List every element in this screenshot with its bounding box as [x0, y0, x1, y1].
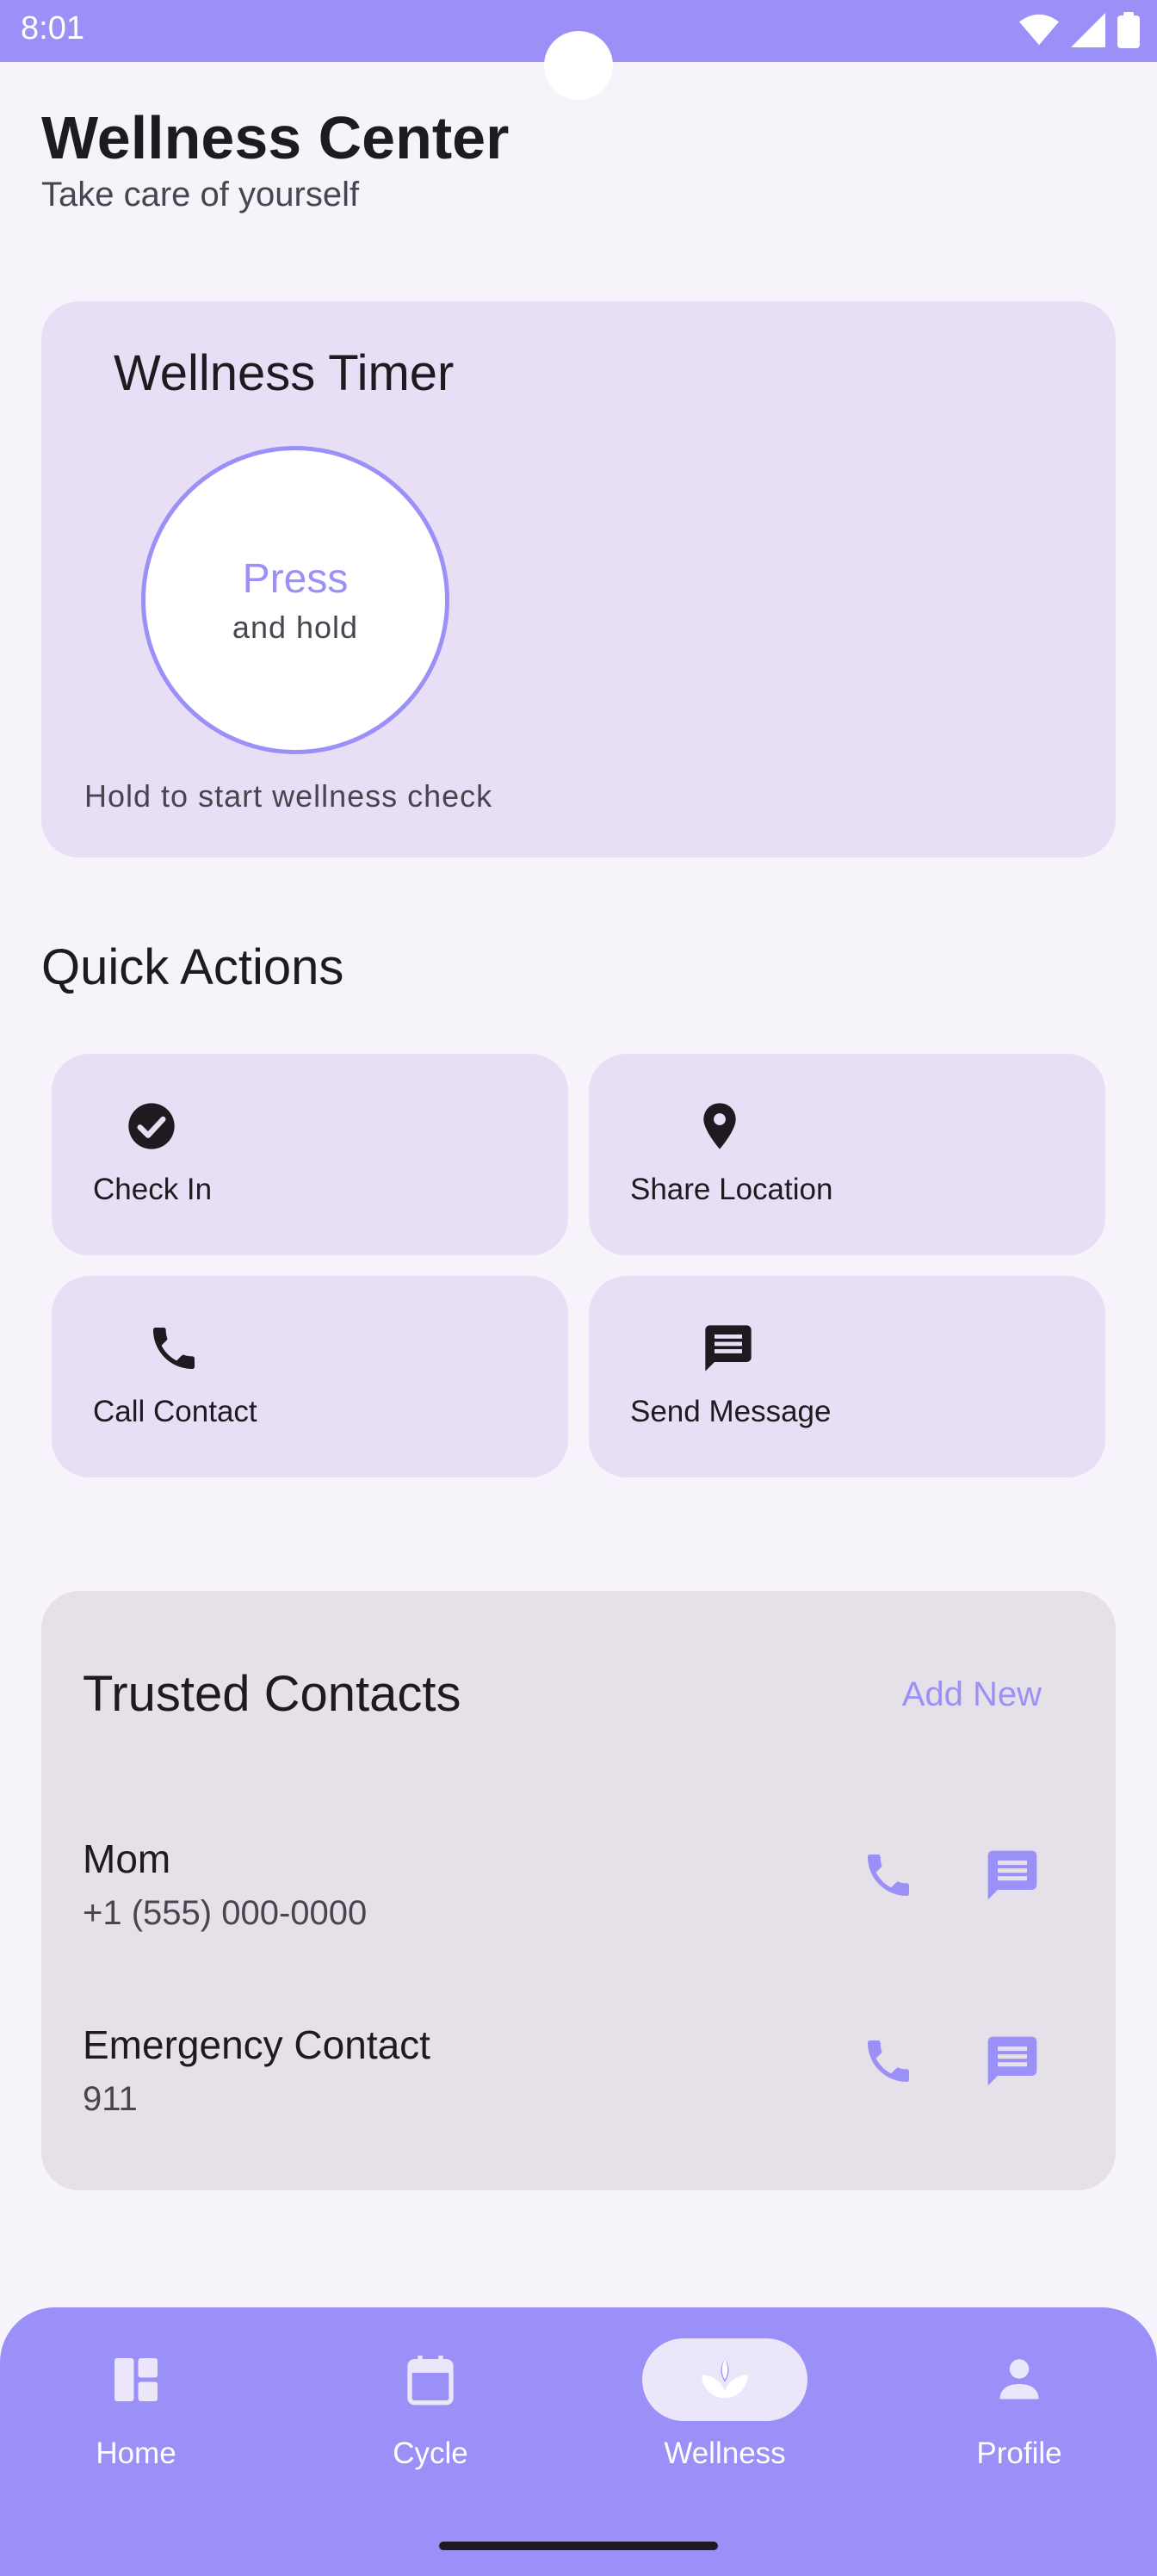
phone-icon: [153, 1328, 195, 1369]
contact-phone: 911: [83, 2080, 138, 2118]
message-icon: [705, 1325, 752, 1372]
status-icons: [1019, 12, 1140, 48]
check-in-button[interactable]: Check In: [52, 1054, 568, 1255]
location-pin-icon: [703, 1103, 736, 1149]
nav-home-label: Home: [96, 2437, 176, 2470]
person-icon: [999, 2359, 1039, 2400]
timer-hint: Hold to start wellness check: [84, 778, 493, 814]
wellness-screen: 8:01 Wellness Center Take care of yourse…: [0, 0, 1157, 2576]
check-circle-icon: [128, 1103, 175, 1149]
contacts-title: Trusted Contacts: [83, 1666, 461, 1722]
press-and-hold-button[interactable]: Press and hold: [141, 446, 449, 754]
add-new-contact-button[interactable]: Add New: [902, 1675, 1042, 1714]
call-mom-button[interactable]: [854, 1841, 923, 1910]
status-time: 8:01: [21, 10, 84, 46]
page-subtitle: Take care of yourself: [41, 176, 360, 214]
message-emergency-button[interactable]: [978, 2027, 1047, 2096]
share-location-button[interactable]: Share Location: [589, 1054, 1105, 1255]
nav-profile-pill: [937, 2338, 1102, 2421]
nav-wellness[interactable]: Wellness: [630, 2338, 820, 2511]
trusted-contacts-card: Trusted Contacts Add New Mom +1 (555) 00…: [41, 1591, 1116, 2190]
nav-wellness-label: Wellness: [664, 2437, 786, 2470]
timer-title: Wellness Timer: [114, 345, 455, 401]
dashboard-icon: [114, 2358, 158, 2401]
page-title: Wellness Center: [41, 104, 510, 171]
share-location-label: Share Location: [630, 1173, 833, 1206]
calendar-icon: [407, 2356, 454, 2406]
contact-name: Mom: [83, 1836, 171, 1881]
check-in-label: Check In: [93, 1173, 213, 1206]
lotus-icon: [702, 2359, 748, 2399]
message-icon: [987, 2036, 1037, 2086]
nav-home-pill: [53, 2338, 219, 2421]
message-icon: [987, 1850, 1037, 1900]
send-message-button[interactable]: Send Message: [589, 1276, 1105, 1477]
wifi-icon: [1019, 14, 1059, 46]
phone-icon: [868, 1855, 909, 1896]
signal-icon: [1071, 13, 1105, 47]
nav-wellness-pill: [642, 2338, 807, 2421]
contact-name: Emergency Contact: [83, 2022, 430, 2067]
send-message-label: Send Message: [630, 1395, 832, 1428]
camera-cutout: [544, 31, 613, 100]
battery-icon: [1117, 12, 1140, 48]
nav-profile-label: Profile: [976, 2437, 1062, 2470]
timer-button-secondary-label: and hold: [232, 609, 359, 645]
call-emergency-button[interactable]: [854, 2027, 923, 2096]
call-contact-button[interactable]: Call Contact: [52, 1276, 568, 1477]
message-mom-button[interactable]: [978, 1841, 1047, 1910]
contact-phone: +1 (555) 000-0000: [83, 1894, 368, 1932]
timer-button-primary-label: Press: [242, 555, 349, 602]
nav-profile[interactable]: Profile: [925, 2338, 1114, 2511]
bottom-nav: Home Cycle Wellness Profile: [0, 2307, 1157, 2576]
gesture-handle[interactable]: [439, 2542, 718, 2550]
nav-home[interactable]: Home: [41, 2338, 231, 2511]
wellness-timer-card: Wellness Timer Press and hold Hold to st…: [41, 301, 1116, 858]
phone-icon: [868, 2040, 909, 2082]
quick-actions-title: Quick Actions: [41, 939, 344, 995]
nav-cycle-pill: [348, 2338, 513, 2421]
nav-cycle-label: Cycle: [393, 2437, 468, 2470]
nav-cycle[interactable]: Cycle: [336, 2338, 525, 2511]
call-contact-label: Call Contact: [93, 1395, 257, 1428]
